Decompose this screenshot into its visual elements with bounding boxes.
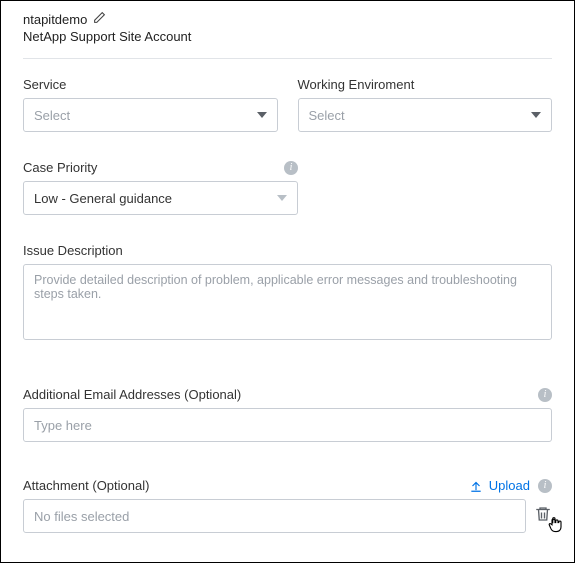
issue-description-textarea[interactable] [23, 264, 552, 340]
delete-attachment-button[interactable] [534, 504, 552, 529]
attachment-placeholder: No files selected [34, 509, 129, 524]
account-type: NetApp Support Site Account [23, 29, 552, 44]
case-priority-select[interactable]: Low - General guidance [23, 181, 298, 215]
attachment-label: Attachment (Optional) [23, 478, 149, 493]
case-priority-value: Low - General guidance [34, 191, 172, 206]
edit-icon[interactable] [93, 11, 106, 27]
chevron-down-icon [257, 112, 267, 118]
chevron-down-icon [277, 195, 287, 201]
case-priority-label: Case Priority [23, 160, 97, 175]
additional-emails-input[interactable] [23, 408, 552, 442]
upload-button[interactable]: Upload [469, 478, 530, 493]
upload-label: Upload [489, 478, 530, 493]
chevron-down-icon [531, 112, 541, 118]
info-icon[interactable]: i [538, 479, 552, 493]
account-name: ntapitdemo [23, 12, 87, 27]
issue-description-label: Issue Description [23, 243, 123, 258]
divider [23, 58, 552, 59]
working-environment-value: Select [309, 108, 345, 123]
info-icon[interactable]: i [284, 161, 298, 175]
service-select-value: Select [34, 108, 70, 123]
working-environment-label: Working Enviroment [298, 77, 415, 92]
service-select[interactable]: Select [23, 98, 278, 132]
upload-icon [469, 479, 483, 493]
additional-emails-label: Additional Email Addresses (Optional) [23, 387, 241, 402]
trash-icon [534, 504, 552, 524]
service-label: Service [23, 77, 66, 92]
info-icon[interactable]: i [538, 388, 552, 402]
attachment-filename-box[interactable]: No files selected [23, 499, 526, 533]
working-environment-select[interactable]: Select [298, 98, 553, 132]
